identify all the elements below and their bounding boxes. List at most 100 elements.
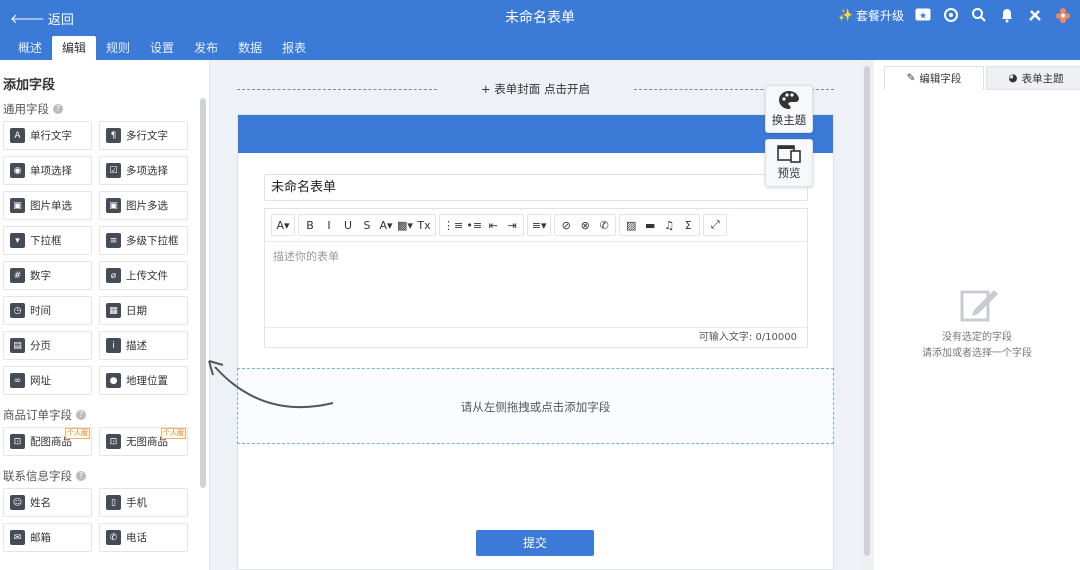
field-label: 时间 — [30, 305, 51, 317]
toolbar-button[interactable]: ≡▾ — [530, 216, 548, 234]
flower-logo-icon[interactable] — [1054, 6, 1072, 24]
field-item[interactable]: i 描述 — [99, 331, 188, 360]
toolbar-button[interactable]: U — [339, 216, 357, 234]
field-item[interactable]: ≡ 多级下拉框 — [99, 226, 188, 255]
field-item[interactable]: ▣ 图片多选 — [99, 191, 188, 220]
field-item[interactable]: ⊡ 配图商品 个人版 — [3, 427, 92, 456]
devices-icon — [777, 145, 801, 163]
preview-button[interactable]: 预览 — [765, 139, 813, 187]
toolbar-button[interactable]: ⊗ — [576, 216, 594, 234]
toolbar-button[interactable]: ⊘ — [557, 216, 575, 234]
arrow-left-icon: 🡐 — [10, 11, 45, 27]
field-item[interactable]: ⌀ 上传文件 — [99, 261, 188, 290]
field-type-icon: ◉ — [10, 163, 25, 178]
tab-edit[interactable]: 编辑 — [52, 36, 97, 60]
field-item[interactable]: ● 地理位置 — [99, 366, 188, 395]
section-contact-label: 联系信息字段 — [3, 469, 72, 483]
cover-label: + 表单封面 点击开启 — [481, 82, 590, 96]
toolbar-button[interactable]: ▩▾ — [396, 216, 414, 234]
field-label: 日期 — [126, 305, 147, 317]
field-label: 单项选择 — [30, 165, 72, 177]
field-item[interactable]: ▤ 分页 — [3, 331, 92, 360]
tab-data[interactable]: 数据 — [228, 36, 272, 60]
palette-icon — [779, 90, 799, 109]
field-item[interactable]: ☑ 多项选择 — [99, 156, 188, 185]
divider — [237, 89, 437, 90]
toolbar-button[interactable]: Σ — [679, 216, 697, 234]
submit-button[interactable]: 提交 — [476, 530, 594, 556]
field-item[interactable]: ⊡ 无图商品 个人版 — [99, 427, 188, 456]
refresh-icon[interactable] — [942, 6, 960, 24]
back-button[interactable]: 🡐 返回 — [10, 9, 74, 29]
field-item[interactable]: ◉ 单项选择 — [3, 156, 92, 185]
field-item[interactable]: A 单行文字 — [3, 121, 92, 150]
field-item[interactable]: ☺ 姓名 — [3, 488, 92, 517]
upgrade-button[interactable]: ✨ 套餐升级 — [838, 7, 904, 24]
field-label: 多行文字 — [126, 130, 168, 142]
party-icon: ✨ — [838, 8, 853, 22]
tab-publish[interactable]: 发布 — [184, 36, 228, 60]
field-type-icon: ● — [106, 373, 121, 388]
toolbar-button[interactable]: ▨ — [622, 216, 640, 234]
help-icon[interactable]: ? — [76, 410, 86, 420]
toolbar-button[interactable]: I — [320, 216, 338, 234]
tab-edit-field-label: 编辑字段 — [919, 72, 962, 85]
canvas-scrollbar[interactable] — [864, 66, 870, 556]
star-box-icon[interactable]: ★ — [914, 6, 932, 24]
common-field-grid: A 单行文字 ¶ 多行文字 ◉ 单项选择 ☑ 多项选择 ▣ 图片单选 ▣ 图片多选 ▾ 下拉框 ≡ 多级下拉框… — [3, 121, 209, 395]
toolbar-button[interactable]: B — [301, 216, 319, 234]
field-label: 图片单选 — [30, 200, 72, 212]
field-item[interactable]: ∞ 网址 — [3, 366, 92, 395]
tab-reports[interactable]: 报表 — [272, 36, 316, 60]
field-type-icon: ⊡ — [106, 434, 121, 449]
search-icon[interactable] — [970, 6, 988, 24]
toolbar-button[interactable]: S — [358, 216, 376, 234]
field-item[interactable]: ¶ 多行文字 — [99, 121, 188, 150]
toolbar-button[interactable]: ✆ — [595, 216, 613, 234]
tab-settings[interactable]: 设置 — [140, 36, 184, 60]
field-type-icon: ◷ — [10, 303, 25, 318]
description-placeholder[interactable]: 描述你的表单 — [265, 242, 807, 270]
field-item[interactable]: ▯ 手机 — [99, 488, 188, 517]
toolbar-button[interactable]: ⤢ — [706, 216, 724, 234]
toolbar-button[interactable]: ♫ — [660, 216, 678, 234]
field-item[interactable]: ◷ 时间 — [3, 296, 92, 325]
field-label: 下拉框 — [30, 235, 62, 247]
cover-toggle[interactable]: + 表单封面 点击开启 — [237, 78, 834, 100]
tab-edit-field[interactable]: ✎ 编辑字段 — [884, 66, 984, 90]
toolbar-button[interactable]: Tx — [415, 216, 433, 234]
form-name-input[interactable]: 未命名表单 — [264, 174, 808, 201]
field-type-icon: ⌀ — [106, 268, 121, 283]
tab-overview[interactable]: 概述 — [8, 36, 52, 60]
field-item[interactable]: ▾ 下拉框 — [3, 226, 92, 255]
form-header-band — [238, 115, 833, 153]
toolbar-group: ▨ ▬ ♫ Σ — [619, 214, 701, 236]
left-scrollbar[interactable] — [200, 98, 206, 488]
field-item[interactable]: ▦ 日期 — [99, 296, 188, 325]
toolbar-button[interactable]: •≡ — [465, 216, 483, 234]
theme-button[interactable]: 换主题 — [765, 85, 813, 133]
toolbar-group: ⊘ ⊗ ✆ — [554, 214, 617, 236]
toolbar-button[interactable]: A▾ — [274, 216, 292, 234]
toolbar-button[interactable]: ▬ — [641, 216, 659, 234]
field-item[interactable]: ✆ 电话 — [99, 523, 188, 552]
field-item[interactable]: ✉ 邮箱 — [3, 523, 92, 552]
help-icon[interactable]: ? — [76, 471, 86, 481]
toolbar-button[interactable]: ⇥ — [503, 216, 521, 234]
field-type-icon: ≡ — [106, 233, 121, 248]
tab-rules[interactable]: 规则 — [96, 36, 140, 60]
description-editor[interactable]: A▾ B I U S A▾ ▩▾ Tx ⋮≡ •≡ ⇤ ⇥ ≡▾ ⊘ ⊗ ✆ ▨ ▬ ♫ Σ ⤢ 描述你的表单 可输入文… — [264, 208, 808, 348]
field-label: 电话 — [126, 532, 147, 544]
tools-icon[interactable] — [1026, 6, 1044, 24]
tab-form-theme[interactable]: ◕ 表单主题 — [986, 66, 1080, 90]
toolbar-button[interactable]: ⋮≡ — [442, 216, 464, 234]
field-item[interactable]: ▣ 图片单选 — [3, 191, 92, 220]
field-item[interactable]: # 数字 — [3, 261, 92, 290]
toolbar-button[interactable]: A▾ — [377, 216, 395, 234]
bell-icon[interactable] — [998, 6, 1016, 24]
field-label: 分页 — [30, 340, 51, 352]
field-label: 网址 — [30, 375, 51, 387]
help-icon[interactable]: ? — [53, 104, 63, 114]
toolbar-button[interactable]: ⇤ — [484, 216, 502, 234]
field-type-icon: ☑ — [106, 163, 121, 178]
